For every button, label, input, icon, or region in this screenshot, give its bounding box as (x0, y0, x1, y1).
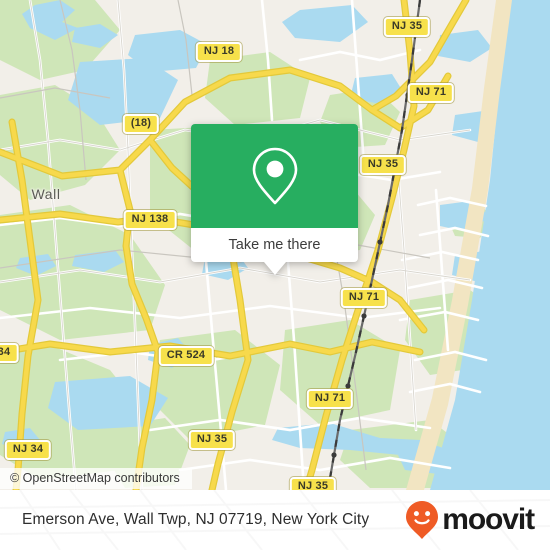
road-shield: NJ 71 (306, 389, 354, 409)
callout-header (191, 124, 358, 228)
moovit-wordmark: moovit (442, 503, 535, 536)
map-pin-icon (252, 147, 297, 205)
road-shield: NJ 35 (359, 155, 407, 175)
road-shield: NJ 34 (4, 440, 52, 460)
address-label: Emerson Ave, Wall Twp, NJ 07719, New Yor… (22, 511, 370, 528)
road-shield: (18) (122, 114, 160, 134)
map-canvas[interactable]: NJ 18 NJ 35 NJ 71 (18) NJ 35 NJ 138 NJ 71 CR 52… (0, 0, 550, 490)
road-shield: NJ 35 (289, 477, 337, 490)
road-shield: NJ 138 (123, 210, 177, 230)
road-shield: 34 (0, 343, 19, 363)
road-shield: NJ 71 (407, 83, 455, 103)
road-shield: NJ 35 (188, 430, 236, 450)
road-shield: NJ 71 (340, 288, 388, 308)
moovit-smiley-pin-icon (406, 501, 439, 539)
osm-attribution[interactable]: © OpenStreetMap contributors (0, 468, 192, 489)
city-label: Wall (31, 186, 61, 202)
callout-footer[interactable]: Take me there (191, 228, 358, 275)
map-screenshot: NJ 18 NJ 35 NJ 71 (18) NJ 35 NJ 138 NJ 71 CR 52… (0, 0, 550, 550)
callout-tail (263, 262, 286, 275)
moovit-logo[interactable]: moovit (405, 500, 535, 540)
road-shield: NJ 35 (383, 17, 431, 37)
destination-callout[interactable]: Take me there (191, 124, 358, 275)
road-shield: CR 524 (158, 346, 214, 366)
road-shield: NJ 18 (195, 42, 243, 62)
bottom-bar: Emerson Ave, Wall Twp, NJ 07719, New Yor… (0, 490, 550, 550)
take-me-there-label: Take me there (228, 237, 321, 253)
